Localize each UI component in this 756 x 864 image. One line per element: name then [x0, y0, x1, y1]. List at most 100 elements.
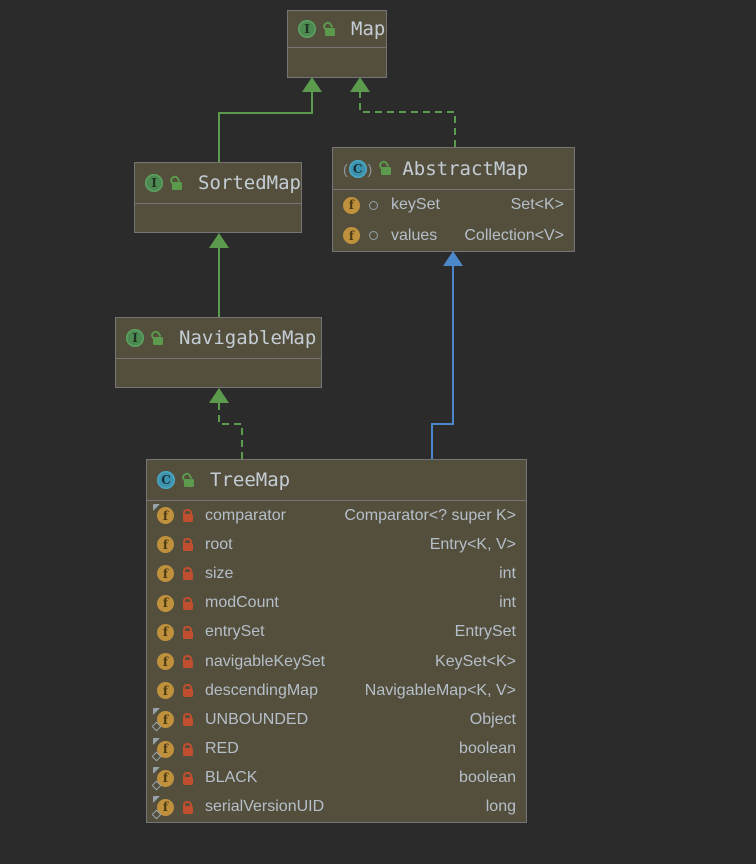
field-icon: f: [151, 708, 174, 732]
field-row[interactable]: f serialVersionUID long: [147, 793, 526, 822]
field-name: UNBOUNDED: [205, 710, 309, 728]
interface-icon: I: [298, 20, 316, 38]
field-name: descendingMap: [205, 681, 318, 699]
empty-members-section: [116, 359, 321, 387]
field-row[interactable]: f root Entry<K, V>: [147, 530, 526, 559]
interface-icon: I: [145, 174, 163, 192]
field-icon: f: [343, 227, 360, 245]
field-type: NavigableMap<K, V>: [364, 681, 516, 699]
class-title: SortedMap: [198, 172, 301, 194]
field-icon: f: [157, 594, 174, 612]
field-row[interactable]: f values Collection<V>: [333, 221, 574, 252]
arrowhead: [350, 77, 370, 92]
final-mark-icon: [153, 708, 160, 716]
field-icon: f: [151, 766, 174, 791]
private-lock-icon: [181, 566, 194, 581]
abstract-paren: (: [343, 160, 348, 177]
field-name: modCount: [205, 594, 279, 612]
field-icon: f: [157, 653, 174, 671]
edge-sortedmap-extends-map[interactable]: [218, 77, 322, 162]
diagram-canvas: I Map I SortedMap ( C ) AbstractMap f ke…: [0, 0, 756, 864]
field-type: EntrySet: [454, 623, 516, 641]
private-lock-icon: [181, 771, 194, 786]
public-lock-icon: [321, 19, 336, 37]
private-lock-icon: [181, 596, 194, 611]
package-visibility-icon: [369, 231, 378, 241]
class-header: I NavigableMap: [116, 318, 321, 359]
class-node-abstractmap[interactable]: ( C ) AbstractMap f keySet Set<K> f valu…: [332, 147, 575, 252]
field-type: Entry<K, V>: [429, 535, 516, 553]
field-row[interactable]: f size int: [147, 559, 526, 588]
field-name: size: [205, 564, 234, 582]
field-icon: f: [157, 623, 174, 641]
final-mark-icon: [153, 737, 160, 745]
class-header: I Map: [288, 11, 386, 48]
field-type: Set<K>: [510, 196, 564, 214]
empty-members-section: [288, 48, 386, 77]
edge-treemap-implements-navigablemap[interactable]: [209, 388, 243, 459]
field-icon: f: [343, 196, 360, 214]
field-row[interactable]: f descendingMap NavigableMap<K, V>: [147, 676, 526, 705]
private-lock-icon: [181, 537, 194, 552]
empty-members-section: [135, 204, 301, 232]
public-lock-icon: [180, 470, 195, 488]
field-row[interactable]: f RED boolean: [147, 735, 526, 764]
field-type: Comparator<? super K>: [344, 506, 516, 524]
field-name: serialVersionUID: [205, 798, 325, 816]
field-icon: f: [151, 795, 174, 820]
class-node-map[interactable]: I Map: [287, 10, 387, 78]
private-lock-icon: [181, 800, 194, 815]
field-icon: f: [157, 565, 174, 583]
edge-treemap-extends-abstractmap[interactable]: [431, 251, 463, 459]
field-row[interactable]: f comparator Comparator<? super K>: [147, 501, 526, 530]
private-lock-icon: [181, 508, 194, 523]
field-type: Object: [469, 710, 516, 728]
field-row[interactable]: f entrySet EntrySet: [147, 618, 526, 647]
field-row[interactable]: f modCount int: [147, 589, 526, 618]
field-type: int: [499, 594, 516, 612]
arrowhead: [302, 77, 322, 92]
abstract-paren: ): [367, 160, 373, 177]
class-icon: C: [157, 471, 175, 489]
class-header: ( C ) AbstractMap: [333, 148, 574, 190]
arrowhead: [443, 251, 463, 266]
private-lock-icon: [181, 712, 194, 727]
field-type: boolean: [459, 740, 516, 758]
field-row[interactable]: f keySet Set<K>: [333, 190, 574, 221]
class-node-sortedmap[interactable]: I SortedMap: [134, 162, 302, 233]
class-node-treemap[interactable]: C TreeMap f comparator Comparator<? supe…: [146, 459, 527, 823]
private-lock-icon: [181, 683, 194, 698]
final-mark-icon: [153, 795, 160, 803]
class-title: AbstractMap: [402, 157, 529, 180]
field-row[interactable]: f navigableKeySet KeySet<K>: [147, 647, 526, 676]
class-node-navigablemap[interactable]: I NavigableMap: [115, 317, 322, 388]
field-type: long: [485, 798, 516, 816]
field-type: boolean: [459, 769, 516, 787]
class-title: Map: [351, 18, 386, 40]
edge-abstractmap-implements-map[interactable]: [350, 77, 456, 147]
field-name: entrySet: [205, 623, 265, 641]
field-name: BLACK: [205, 769, 258, 787]
field-type: int: [499, 564, 516, 582]
package-visibility-icon: [369, 200, 378, 210]
field-name: RED: [205, 740, 239, 758]
private-lock-icon: [181, 742, 194, 757]
public-lock-icon: [149, 328, 164, 346]
field-row[interactable]: f BLACK boolean: [147, 764, 526, 793]
public-lock-icon: [168, 173, 183, 191]
class-title: TreeMap: [210, 469, 291, 491]
class-title: NavigableMap: [179, 327, 317, 349]
class-header: I SortedMap: [135, 163, 301, 204]
class-header: C TreeMap: [147, 460, 526, 501]
edge-navigablemap-extends-sortedmap[interactable]: [209, 233, 229, 317]
field-icon: f: [157, 682, 174, 700]
abstract-class-icon: ( C ): [343, 159, 373, 178]
field-row[interactable]: f UNBOUNDED Object: [147, 705, 526, 734]
field-name: keySet: [391, 196, 440, 214]
private-lock-icon: [181, 625, 194, 640]
field-type: Collection<V>: [464, 226, 564, 244]
field-type: KeySet<K>: [435, 652, 516, 670]
arrowhead: [209, 233, 229, 248]
interface-icon: I: [126, 329, 144, 347]
field-name: navigableKeySet: [205, 652, 326, 670]
